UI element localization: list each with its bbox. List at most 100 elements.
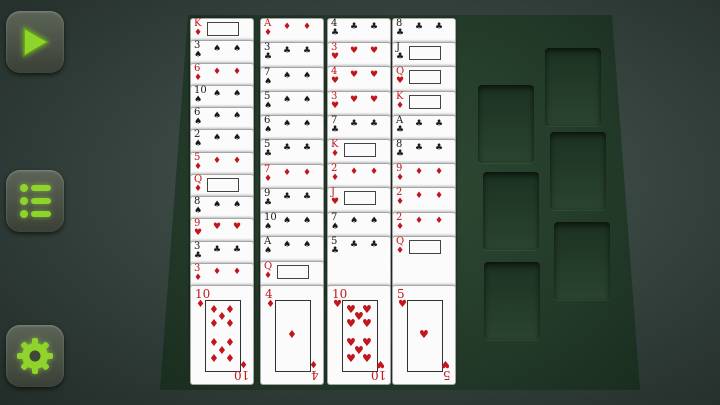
playing-card-top[interactable]: 4 ♦ ♦ 4 ♦	[260, 285, 324, 385]
card-pip: ♣	[370, 22, 379, 32]
card-pip: ♠	[213, 200, 222, 210]
card-pip: ♥	[354, 310, 364, 323]
card-suit-icon: ♥	[331, 197, 340, 207]
card-pip: ♠	[233, 133, 242, 143]
face-card-frame	[409, 95, 441, 109]
card-pip: ♠	[370, 216, 379, 226]
card-pip: ♣	[303, 192, 312, 202]
card-pip: ♥	[419, 328, 429, 341]
card-suit-icon: ♦	[309, 358, 318, 369]
card-pip: ♣	[283, 192, 292, 202]
card-suit-icon: ♣	[396, 52, 405, 62]
card-pip: ♥	[350, 46, 359, 56]
card-face: ♦ ♦ ♦ ♦ ♦ ♦ ♦ ♦ ♦ ♦	[205, 300, 241, 372]
card-pip: ♥	[370, 70, 379, 80]
card-suit-icon: ♥	[331, 101, 340, 111]
card-suit-icon: ♠	[264, 77, 273, 87]
card-suit-icon: ♥	[194, 228, 203, 238]
card-pip: ♥	[213, 222, 222, 232]
card-pip: ♣	[303, 143, 312, 153]
card-suit-icon: ♦	[194, 184, 203, 194]
card-pip: ♠	[213, 133, 222, 143]
card-pip: ♣	[350, 22, 359, 32]
card-suit-icon: ♣	[396, 149, 405, 159]
card-suit-icon: ♣	[331, 28, 340, 38]
play-button[interactable]	[6, 11, 64, 73]
menu-button[interactable]	[6, 170, 64, 232]
card-pip: ♣	[370, 119, 379, 129]
card-suit-icon: ♥	[376, 358, 385, 369]
card-pip: ♦	[283, 168, 292, 178]
settings-button[interactable]	[6, 325, 64, 387]
card-pip: ♦	[303, 168, 312, 178]
card-pip: ♦	[213, 67, 222, 77]
card-pip: ♦	[233, 67, 242, 77]
card-pip: ♣	[435, 22, 444, 32]
card-suit-icon: ♦	[196, 299, 205, 310]
card-pip: ♦	[283, 22, 292, 32]
empty-slot[interactable]	[545, 48, 601, 126]
card-suit-icon: ♠	[331, 222, 340, 232]
card-pip: ♣	[370, 240, 379, 250]
card-pip: ♠	[283, 95, 292, 105]
empty-slot[interactable]	[478, 85, 534, 163]
card-face: ♦	[275, 300, 311, 372]
card-pip: ♠	[233, 44, 242, 54]
empty-slot[interactable]	[550, 132, 606, 210]
tableau-column-1: K ♦ 3 ♠ ♠ ♠ 6 ♦ ♦ ♦ 10 ♠ ♠ ♠ 6 ♠ ♠ ♠ 2 ♠ ♠ ♠ 5 ♦ ♦ ♦ Q ♦ 8 ♠ ♠ ♠ 9 ♥ ♥ ♥ 3 ♣ ♣…	[190, 18, 254, 385]
card-suit-icon: ♦	[396, 173, 405, 183]
card-pip: ♣	[283, 143, 292, 153]
card-suit-icon: ♦	[194, 162, 203, 172]
card-suit-icon: ♠	[194, 117, 203, 127]
card-pip: ♠	[213, 89, 222, 99]
card-suit-icon: ♦	[239, 358, 248, 369]
card-suit-icon: ♠	[194, 95, 203, 105]
empty-slot[interactable]	[484, 262, 540, 340]
card-pip: ♠	[283, 240, 292, 250]
tableau-column-2: A ♦ ♦ ♦ 3 ♣ ♣ ♣ 7 ♠ ♠ ♠ 5 ♠ ♠ ♠ 6 ♠ ♠ ♠ 5 ♣ ♣ ♣ 7 ♦ ♦ ♦ 9 ♣ ♣ ♣ 10 ♠ ♠ ♠ A ♠ ♠…	[260, 18, 324, 385]
card-pip: ♥	[370, 95, 379, 105]
empty-slot[interactable]	[483, 172, 539, 250]
card-suit-icon: ♦	[264, 271, 273, 281]
tableau-column-3: 4 ♣ ♣ ♣ 3 ♥ ♥ ♥ 4 ♥ ♥ ♥ 3 ♥ ♥ ♥ 7 ♣ ♣ ♣ K ♦ 2 ♦ ♦ ♦ J ♥ 7 ♠ ♠ ♠ 5 ♣ ♣ ♣ 10 ♥ ♥…	[327, 18, 391, 385]
face-card-frame	[409, 70, 441, 84]
card-suit-icon: ♠	[194, 206, 203, 216]
card-rank: 10	[233, 368, 249, 382]
card-pip: ♦	[213, 156, 222, 166]
card-pip: ♦	[435, 216, 444, 226]
card-suit-icon: ♣	[264, 52, 273, 62]
card-suit-icon: ♥	[331, 52, 340, 62]
card-pip: ♠	[283, 119, 292, 129]
playing-card-top[interactable]: 10 ♦ ♦ ♦ ♦ ♦ ♦ ♦ ♦ ♦ ♦ ♦ 10 ♦	[190, 285, 254, 385]
face-card-frame	[344, 143, 376, 157]
play-icon	[23, 26, 50, 58]
card-pip: ♦	[415, 167, 424, 177]
card-pip: ♣	[350, 119, 359, 129]
card-pip: ♠	[303, 119, 312, 129]
card-suit-icon: ♠	[194, 50, 203, 60]
card-face: ♥ ♥ ♥ ♥ ♥ ♥ ♥ ♥ ♥ ♥	[342, 300, 378, 372]
list-icon	[20, 184, 51, 218]
card-pip: ♣	[233, 245, 242, 255]
playing-card-top[interactable]: 5 ♥ ♥ 5 ♥	[392, 285, 456, 385]
card-pip: ♠	[303, 216, 312, 226]
empty-slot[interactable]	[554, 222, 610, 300]
card-pip: ♣	[415, 22, 424, 32]
card-pip: ♠	[283, 71, 292, 81]
card-suit-icon: ♣	[331, 246, 340, 256]
card-suit-icon: ♦	[194, 273, 203, 283]
card-pip: ♦	[350, 167, 359, 177]
card-suit-icon: ♥	[331, 76, 340, 86]
card-pip: ♠	[303, 71, 312, 81]
card-pip: ♥	[350, 70, 359, 80]
face-card-frame	[344, 191, 376, 205]
card-pip: ♦	[287, 328, 297, 341]
card-pip: ♦	[213, 267, 222, 277]
card-pip: ♠	[233, 111, 242, 121]
card-pip: ♦	[217, 344, 227, 357]
playing-card-top[interactable]: 10 ♥ ♥ ♥ ♥ ♥ ♥ ♥ ♥ ♥ ♥ ♥ 10 ♥	[327, 285, 391, 385]
card-pip: ♦	[233, 267, 242, 277]
tableau-column-4: 8 ♣ ♣ ♣ J ♣ Q ♥ K ♦ A ♣ ♣ ♣ 8 ♣ ♣ ♣ 9 ♦ ♦ ♦ 2 ♦ ♦ ♦ 2 ♦ ♦ ♦ Q ♦ 5 ♥ ♥ 5 ♥	[392, 18, 456, 385]
card-pip: ♣	[283, 46, 292, 56]
card-suit-icon: ♠	[264, 125, 273, 135]
